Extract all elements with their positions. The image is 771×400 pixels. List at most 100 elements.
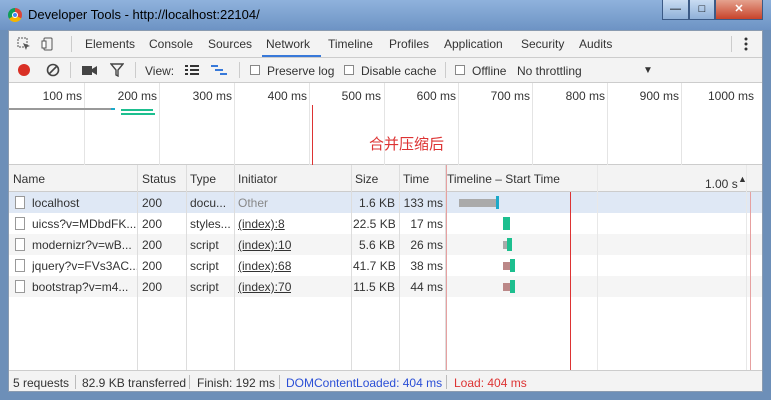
waterfall-bar	[503, 217, 510, 230]
waterfall-receiving-bar	[496, 196, 499, 209]
load-time: Load: 404 ms	[454, 376, 527, 390]
request-status: 200	[142, 259, 163, 273]
divider	[70, 62, 71, 78]
column-divider[interactable]	[351, 165, 352, 370]
request-type: script	[190, 280, 219, 294]
request-size: 22.5 KB	[353, 217, 395, 231]
request-time: 38 ms	[410, 259, 443, 273]
table-row[interactable]: modernizr?v=wB... 200 script (index):10 …	[9, 234, 762, 255]
request-size: 11.5 KB	[353, 280, 395, 294]
waterfall-bar	[510, 280, 515, 293]
waterfall-waiting-bar	[459, 199, 496, 207]
tick-label: 900 ms	[639, 89, 679, 103]
document-icon	[15, 217, 25, 230]
tab-timeline[interactable]: Timeline	[328, 37, 373, 51]
column-divider[interactable]	[234, 165, 235, 370]
request-name[interactable]: jquery?v=FVs3AC...	[32, 259, 137, 273]
overview-bar	[121, 109, 153, 111]
disable-cache-label: Disable cache	[361, 64, 437, 78]
divider	[75, 375, 76, 389]
dcl-marker	[446, 165, 447, 370]
overview-icon[interactable]	[211, 65, 227, 76]
column-size-header[interactable]: Size	[355, 172, 378, 186]
offline-checkbox[interactable]	[455, 65, 465, 75]
request-name[interactable]: modernizr?v=wB...	[32, 238, 137, 252]
divider	[445, 62, 446, 78]
preserve-log-checkbox[interactable]	[250, 65, 260, 75]
devtools-panel: Elements Console Sources Network Timelin…	[8, 30, 763, 392]
request-initiator[interactable]: (index):8	[238, 217, 285, 231]
divider	[731, 36, 732, 52]
column-divider[interactable]	[186, 165, 187, 370]
timeline-overview[interactable]: 100 ms 200 ms 300 ms 400 ms 500 ms 600 m…	[9, 83, 762, 165]
tick-line	[159, 83, 160, 165]
tab-elements[interactable]: Elements	[85, 37, 135, 51]
devtools-window: Developer Tools - http://localhost:22104…	[0, 0, 771, 400]
screenshot-icon[interactable]	[82, 64, 97, 76]
disable-cache-checkbox[interactable]	[344, 65, 354, 75]
tick-label: 600 ms	[416, 89, 456, 103]
column-divider[interactable]	[399, 165, 400, 370]
request-name[interactable]: bootstrap?v=m4...	[32, 280, 137, 294]
filter-icon[interactable]	[110, 63, 124, 77]
column-initiator-header[interactable]: Initiator	[238, 172, 277, 186]
window-title: Developer Tools - http://localhost:22104…	[28, 7, 260, 22]
table-row[interactable]: bootstrap?v=m4... 200 script (index):70 …	[9, 276, 762, 297]
tab-sources[interactable]: Sources	[208, 37, 252, 51]
column-status-header[interactable]: Status	[142, 172, 176, 186]
throttling-select[interactable]: No throttling	[517, 64, 582, 78]
request-size: 41.7 KB	[353, 259, 395, 273]
table-row[interactable]: localhost 200 docu... Other 1.6 KB 133 m…	[9, 192, 762, 213]
tick-label: 500 ms	[341, 89, 381, 103]
tick-line	[458, 83, 459, 165]
minimize-button[interactable]: —	[662, 0, 689, 20]
column-name-header[interactable]: Name	[13, 172, 45, 186]
record-icon[interactable]	[17, 63, 31, 77]
request-initiator[interactable]: (index):10	[238, 238, 291, 252]
table-row[interactable]: uicss?v=MDbdFK... 200 styles... (index):…	[9, 213, 762, 234]
device-mode-icon[interactable]	[41, 37, 55, 51]
close-button[interactable]: ✕	[715, 0, 763, 20]
column-time-header[interactable]: Time	[403, 172, 429, 186]
waterfall-waiting-bar	[503, 262, 510, 270]
network-toolbar: View: Preserve log Disable cache Offline…	[9, 58, 762, 83]
request-status: 200	[142, 217, 163, 231]
maximize-button[interactable]: □	[689, 0, 715, 20]
tick-line	[234, 83, 235, 165]
chrome-logo-icon	[8, 8, 22, 22]
inspect-element-icon[interactable]	[17, 37, 31, 51]
tab-console[interactable]: Console	[149, 37, 193, 51]
large-rows-icon[interactable]	[185, 65, 199, 76]
overview-bar	[111, 108, 115, 110]
tick-label: 100 ms	[42, 89, 82, 103]
finish-time: Finish: 192 ms	[197, 376, 276, 390]
more-options-icon[interactable]	[743, 37, 749, 51]
status-bar: 5 requests 82.9 KB transferred Finish: 1…	[9, 370, 762, 391]
request-time: 133 ms	[403, 196, 443, 210]
request-size: 5.6 KB	[358, 238, 395, 252]
chevron-down-icon[interactable]: ▼	[643, 65, 653, 76]
tab-application[interactable]: Application	[444, 37, 503, 51]
tab-security[interactable]: Security	[521, 37, 564, 51]
request-initiator[interactable]: (index):70	[238, 280, 291, 294]
request-initiator[interactable]: (index):68	[238, 259, 291, 273]
tab-network[interactable]: Network	[266, 37, 310, 51]
tab-audits[interactable]: Audits	[579, 37, 612, 51]
request-name[interactable]: uicss?v=MDbdFK...	[32, 217, 137, 231]
request-type: styles...	[190, 217, 231, 231]
tab-profiles[interactable]: Profiles	[389, 37, 429, 51]
tick-line	[309, 83, 310, 165]
tick-label: 1000 ms	[707, 89, 754, 103]
dom-content-loaded: DOMContentLoaded: 404 ms	[286, 376, 443, 390]
column-type-header[interactable]: Type	[190, 172, 216, 186]
tick-line	[532, 83, 533, 165]
view-label: View:	[145, 64, 175, 78]
title-bar: Developer Tools - http://localhost:22104…	[0, 0, 771, 30]
column-timeline-header[interactable]: Timeline – Start Time	[447, 172, 560, 186]
request-name[interactable]: localhost	[32, 196, 137, 210]
clear-icon[interactable]	[46, 63, 60, 77]
annotation-text: 合并压缩后	[369, 136, 445, 153]
column-divider[interactable]	[137, 165, 138, 370]
request-type: script	[190, 259, 219, 273]
table-row[interactable]: jquery?v=FVs3AC... 200 script (index):68…	[9, 255, 762, 276]
